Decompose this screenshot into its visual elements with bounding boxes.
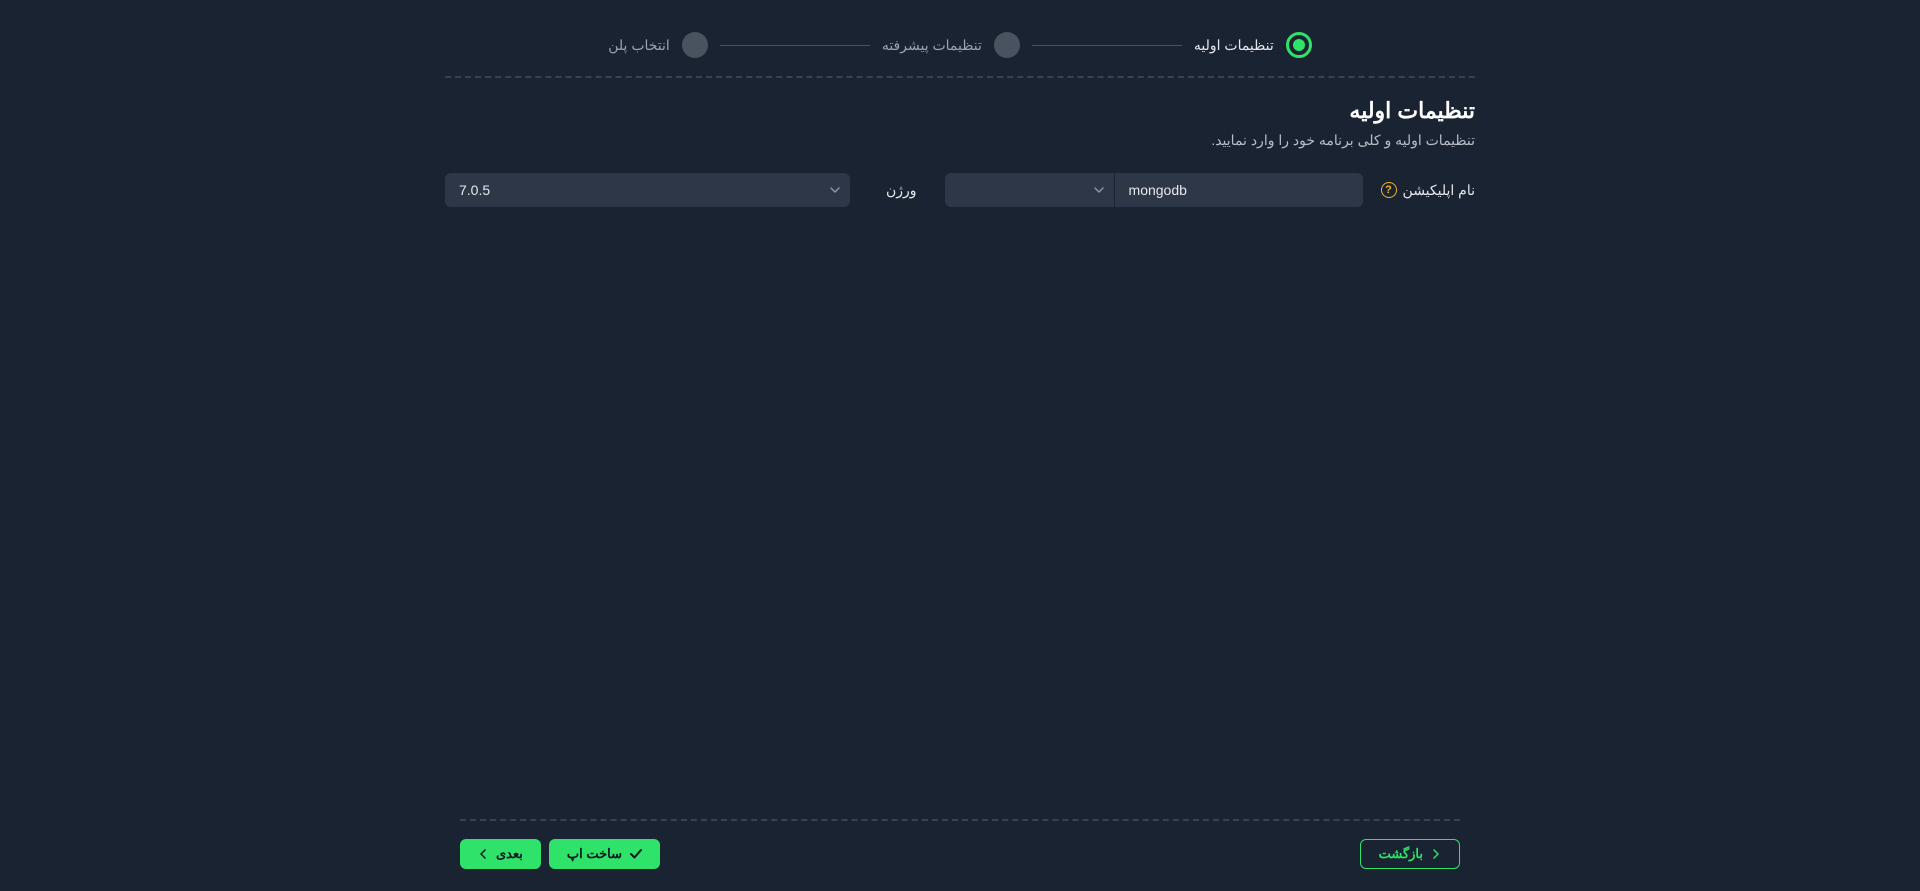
step-connector xyxy=(720,45,870,46)
chevron-down-icon xyxy=(1094,182,1104,198)
app-name-label: نام اپلیکیشن xyxy=(1403,182,1475,199)
app-name-input-group xyxy=(945,173,1363,207)
help-icon[interactable]: ? xyxy=(1381,182,1397,198)
create-app-button[interactable]: ساخت اپ xyxy=(549,839,660,869)
step-initial-settings[interactable]: تنظیمات اولیه xyxy=(1194,32,1312,58)
chevron-down-icon xyxy=(830,182,840,198)
create-app-label: ساخت اپ xyxy=(567,846,622,862)
back-button[interactable]: بازگشت xyxy=(1360,839,1460,869)
next-button-label: بعدی xyxy=(496,846,523,862)
step-label-1: تنظیمات اولیه xyxy=(1194,37,1274,54)
footer-bar: بازگشت ساخت اپ بعدی xyxy=(460,819,1460,869)
app-name-label-wrap: نام اپلیکیشن ? xyxy=(1381,182,1475,199)
version-value: 7.0.5 xyxy=(459,182,490,198)
form-row: نام اپلیکیشن ? ورژن 7.0.5 xyxy=(445,173,1475,207)
step-connector xyxy=(1032,45,1182,46)
app-name-input[interactable] xyxy=(1115,173,1363,207)
next-button[interactable]: بعدی xyxy=(460,839,541,869)
step-circle-inactive xyxy=(994,32,1020,58)
check-icon xyxy=(630,848,642,860)
section-header: تنظیمات اولیه تنظیمات اولیه و کلی برنامه… xyxy=(445,78,1475,173)
step-circle-inactive xyxy=(682,32,708,58)
step-label-2: تنظیمات پیشرفته xyxy=(882,37,982,54)
step-advanced-settings[interactable]: تنظیمات پیشرفته xyxy=(882,32,1020,58)
step-plan-selection[interactable]: انتخاب پلن xyxy=(608,32,708,58)
app-type-select[interactable] xyxy=(945,173,1115,207)
stepper: تنظیمات اولیه تنظیمات پیشرفته انتخاب پلن xyxy=(0,2,1920,76)
step-circle-active xyxy=(1286,32,1312,58)
step-label-3: انتخاب پلن xyxy=(608,37,670,54)
chevron-right-icon xyxy=(1431,849,1441,859)
section-title: تنظیمات اولیه xyxy=(445,98,1475,124)
chevron-left-icon xyxy=(478,849,488,859)
section-subtitle: تنظیمات اولیه و کلی برنامه خود را وارد ن… xyxy=(445,132,1475,149)
footer-divider xyxy=(460,819,1460,821)
version-label: ورژن xyxy=(886,182,917,199)
back-button-label: بازگشت xyxy=(1379,846,1423,862)
version-select[interactable]: 7.0.5 xyxy=(445,173,850,207)
